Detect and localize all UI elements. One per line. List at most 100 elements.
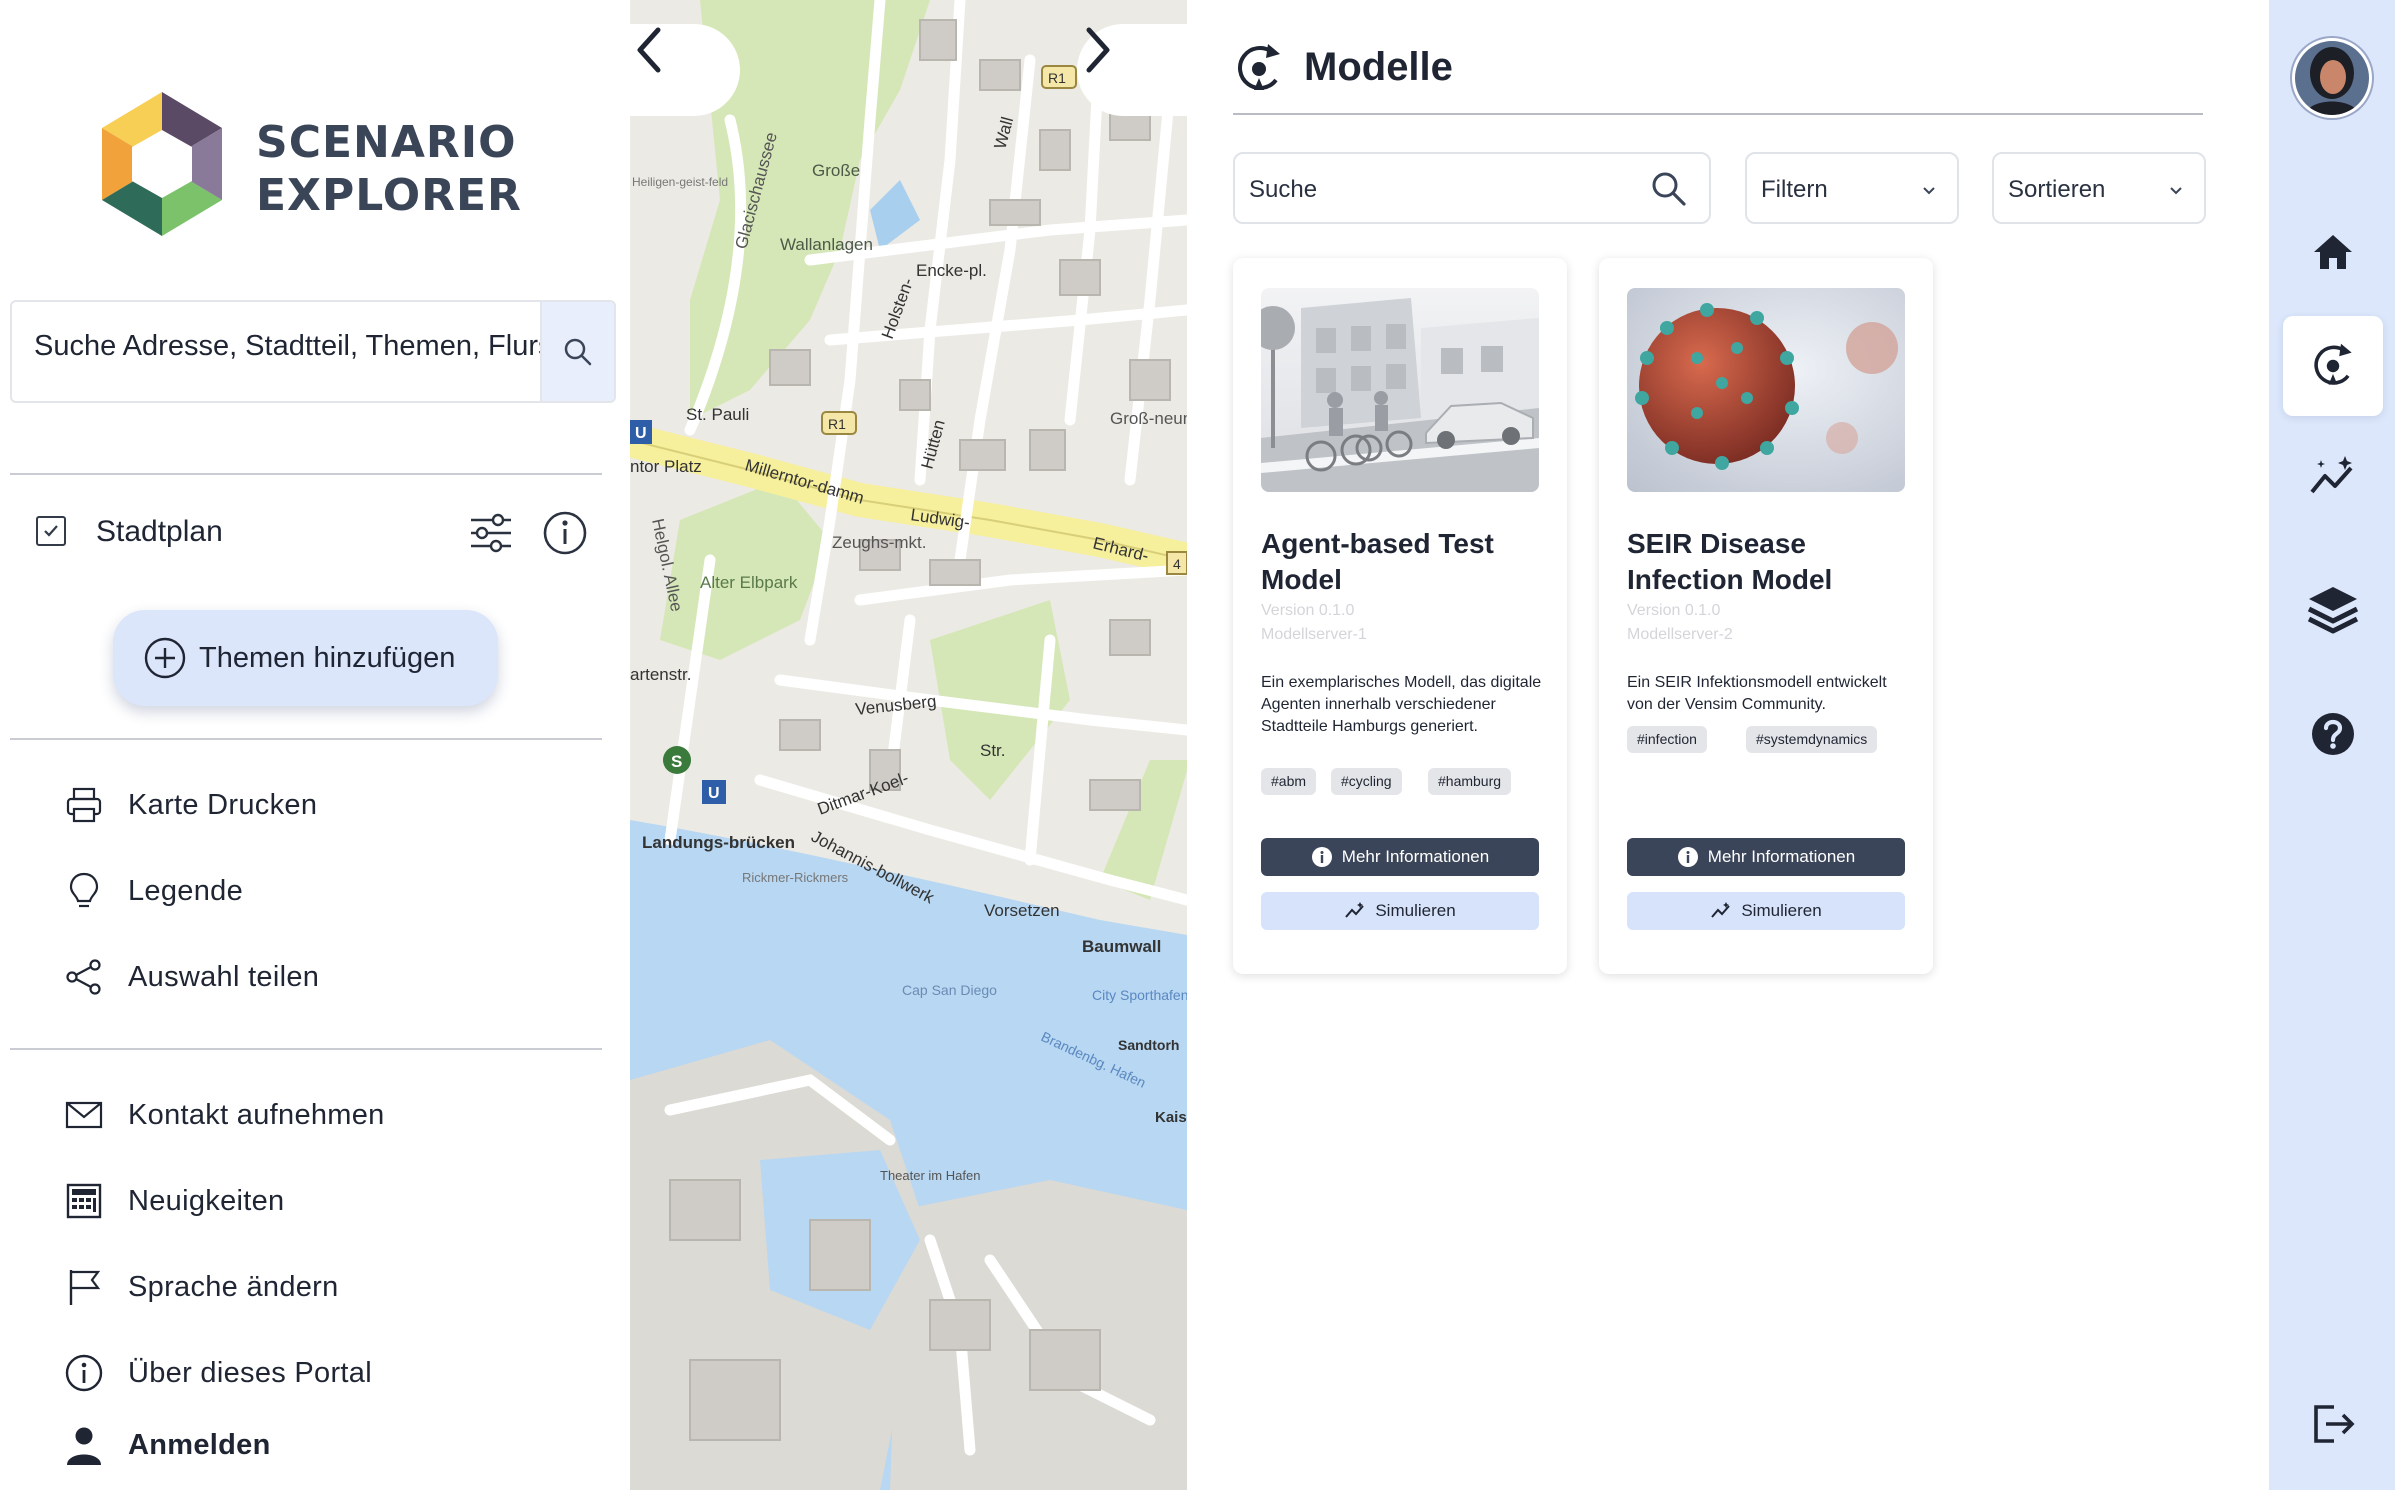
tag-badge[interactable]: #hamburg bbox=[1428, 768, 1512, 795]
layer-info-button[interactable] bbox=[542, 510, 588, 556]
menu-label: Auswahl teilen bbox=[128, 960, 320, 993]
map-label: Große bbox=[812, 161, 860, 180]
simulate-button[interactable]: Simulieren bbox=[1261, 892, 1539, 930]
user-icon bbox=[62, 1423, 106, 1467]
chevron-down-icon bbox=[2170, 187, 2182, 195]
envelope-icon bbox=[62, 1093, 106, 1137]
sliders-icon bbox=[471, 513, 511, 553]
rail-models-button[interactable] bbox=[2283, 316, 2383, 416]
divider bbox=[10, 1048, 602, 1050]
map-label: artenstr. bbox=[630, 665, 691, 684]
models-panel: Modelle Suche Filtern Sortieren Agent-ba… bbox=[1187, 0, 2269, 1490]
map-label: Vorsetzen bbox=[984, 901, 1060, 920]
rail-help-button[interactable] bbox=[2283, 684, 2383, 784]
menu-item-print-map[interactable]: Karte Drucken bbox=[62, 780, 582, 830]
menu-label: Karte Drucken bbox=[128, 788, 318, 821]
rail-analysis-button[interactable] bbox=[2283, 428, 2383, 528]
avatar[interactable] bbox=[2292, 38, 2372, 118]
tag-badge[interactable]: #infection bbox=[1627, 726, 1707, 753]
chevron-left-icon bbox=[637, 27, 661, 73]
map-label: Rickmer-Rickmers bbox=[742, 870, 849, 885]
divider bbox=[10, 738, 602, 740]
model-search-field[interactable]: Suche bbox=[1233, 152, 1711, 224]
map-label: Str. bbox=[980, 741, 1006, 760]
simulate-label: Simulieren bbox=[1741, 901, 1822, 920]
map-label: Encke-pl. bbox=[916, 261, 987, 280]
menu-label: Über dieses Portal bbox=[128, 1356, 372, 1389]
search-icon[interactable] bbox=[1649, 169, 1689, 209]
model-title: Agent-based Test Model bbox=[1261, 528, 1494, 595]
model-version: Version 0.1.0 bbox=[1627, 602, 1721, 619]
add-topics-button[interactable]: Themen hinzufügen bbox=[113, 610, 498, 706]
tag-badge[interactable]: #systemdynamics bbox=[1746, 726, 1878, 753]
info-icon bbox=[543, 511, 587, 555]
layer-settings-button[interactable] bbox=[468, 510, 514, 556]
layer-checkbox[interactable] bbox=[36, 516, 66, 546]
sidebar: SCENARIO EXPLORER Suche Adresse, Stadtte… bbox=[0, 0, 630, 1490]
divider bbox=[1233, 113, 2203, 115]
menu-label: Sprache ändern bbox=[128, 1270, 339, 1303]
menu-item-news[interactable]: Neuigkeiten bbox=[62, 1176, 582, 1226]
model-description: Ein exemplarisches Modell, das digitale … bbox=[1261, 674, 1542, 735]
more-info-label: Mehr Informationen bbox=[1707, 847, 1856, 866]
tag-badge[interactable]: #abm bbox=[1261, 768, 1317, 795]
map-label: Heiligen-geist-feld bbox=[632, 175, 728, 189]
sort-dropdown[interactable]: Sortieren bbox=[1992, 152, 2206, 224]
menu-label: Anmelden bbox=[128, 1428, 271, 1461]
rail-logout-button[interactable] bbox=[2283, 1374, 2383, 1474]
map-label: Groß-neumarkt bbox=[1110, 409, 1187, 428]
model-version: Version 0.1.0 bbox=[1261, 602, 1355, 619]
chevron-down-icon bbox=[1923, 187, 1935, 195]
more-info-button[interactable]: Mehr Informationen bbox=[1261, 838, 1539, 876]
menu-item-contact[interactable]: Kontakt aufnehmen bbox=[62, 1090, 582, 1140]
right-nav-rail bbox=[2269, 0, 2395, 1490]
app-logo[interactable]: SCENARIO EXPLORER bbox=[92, 88, 521, 248]
sort-label: Sortieren bbox=[2008, 176, 2106, 203]
model-card[interactable]: SEIR Disease Infection Model Version 0.1… bbox=[1599, 258, 1933, 974]
simulate-button[interactable]: Simulieren bbox=[1627, 892, 1905, 930]
rail-layers-button[interactable] bbox=[2283, 560, 2383, 660]
newspaper-icon bbox=[62, 1179, 106, 1223]
address-search-button[interactable] bbox=[540, 302, 614, 401]
map-label: Baumwall bbox=[1082, 937, 1161, 956]
analytics-icon bbox=[1711, 902, 1731, 918]
printer-icon bbox=[62, 783, 106, 827]
map-label: R1 bbox=[828, 416, 846, 432]
layer-row-stadtplan: Stadtplan bbox=[36, 510, 596, 556]
menu-item-about[interactable]: Über dieses Portal bbox=[62, 1348, 582, 1398]
layers-icon bbox=[2307, 587, 2359, 634]
map-canvas[interactable]: Große Wallanlagen Glacischaussee Heilige… bbox=[630, 0, 1187, 1490]
map-next-button[interactable] bbox=[1077, 24, 1187, 116]
menu-item-share[interactable]: Auswahl teilen bbox=[62, 952, 582, 1002]
tag-badge[interactable]: #cycling bbox=[1331, 768, 1402, 795]
map-label: U bbox=[708, 785, 720, 802]
menu-item-language[interactable]: Sprache ändern bbox=[62, 1262, 582, 1312]
menu-item-login[interactable]: Anmelden bbox=[62, 1420, 582, 1470]
logo-line-1: SCENARIO bbox=[256, 117, 517, 168]
more-info-label: Mehr Informationen bbox=[1341, 847, 1490, 866]
map-label: Kais bbox=[1155, 1109, 1187, 1126]
map-label: R1 bbox=[1048, 70, 1066, 86]
search-icon bbox=[564, 338, 592, 366]
address-search-field[interactable]: Suche Adresse, Stadtteil, Themen, Flurs bbox=[10, 300, 616, 403]
map-view[interactable]: Große Wallanlagen Glacischaussee Heilige… bbox=[630, 0, 1187, 1490]
menu-item-legend[interactable]: Legende bbox=[62, 866, 582, 916]
more-info-button[interactable]: Mehr Informationen bbox=[1627, 838, 1905, 876]
address-search-input[interactable]: Suche Adresse, Stadtteil, Themen, Flurs bbox=[34, 330, 552, 363]
add-topics-label: Themen hinzufügen bbox=[199, 641, 456, 674]
share-icon bbox=[62, 955, 106, 999]
user-avatar-image bbox=[2295, 41, 2369, 115]
logo-text: SCENARIO EXPLORER bbox=[256, 116, 522, 222]
map-previous-button[interactable] bbox=[630, 24, 740, 116]
models-icon bbox=[1238, 44, 1280, 90]
model-search-input[interactable]: Suche bbox=[1249, 176, 1317, 204]
plus-circle-icon bbox=[144, 637, 186, 679]
lightbulb-icon bbox=[62, 869, 106, 913]
map-label: Wallanlagen bbox=[780, 235, 873, 254]
info-icon bbox=[62, 1351, 106, 1395]
filter-dropdown[interactable]: Filtern bbox=[1745, 152, 1959, 224]
map-label: U bbox=[635, 425, 647, 442]
model-card[interactable]: Agent-based Test Model Version 0.1.0 Mod… bbox=[1233, 258, 1567, 974]
rail-home-button[interactable] bbox=[2283, 202, 2383, 302]
logo-hexagon-icon bbox=[102, 92, 222, 236]
